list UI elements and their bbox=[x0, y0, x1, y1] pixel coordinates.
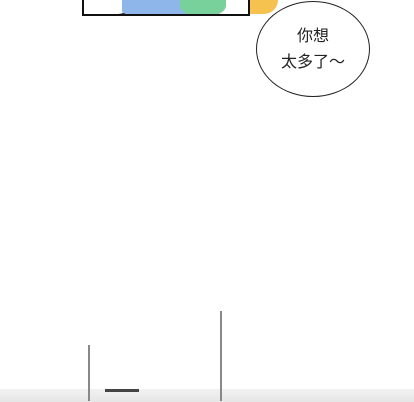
left-post-line bbox=[88, 345, 90, 401]
speech-bubble: 你想 太多了～ bbox=[256, 1, 370, 97]
speech-bubble-line-1: 你想 bbox=[296, 26, 329, 45]
character-green-clothing bbox=[180, 0, 226, 14]
speech-bubble-line-2: 太多了～ bbox=[280, 52, 345, 71]
orange-panel-corner bbox=[250, 0, 278, 14]
ground-strip bbox=[0, 389, 414, 402]
ledge-line bbox=[105, 389, 139, 392]
comic-panel-fragment bbox=[82, 0, 250, 16]
right-post-line bbox=[220, 311, 222, 401]
